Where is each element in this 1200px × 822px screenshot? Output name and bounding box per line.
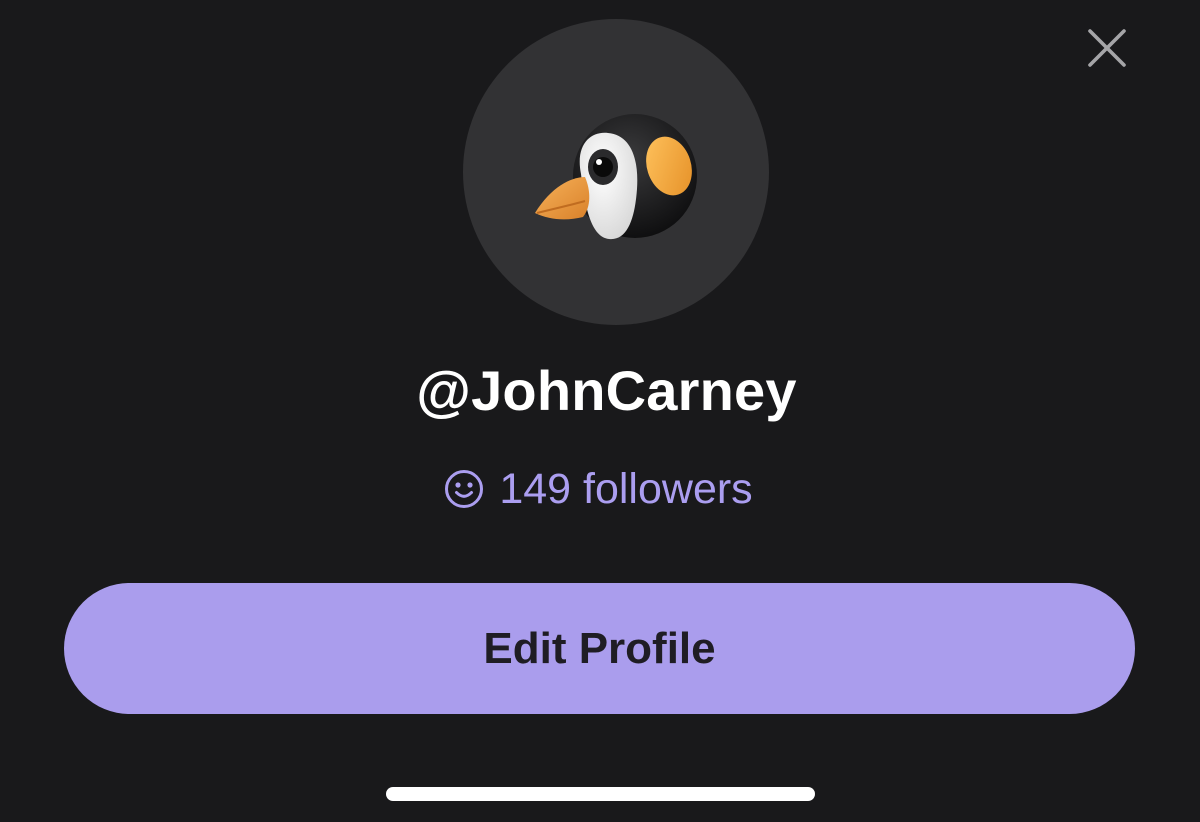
followers-link[interactable]: 149 followers [0,462,1197,516]
puffin-emoji-icon [535,114,697,240]
avatar[interactable] [463,19,769,325]
edit-profile-button[interactable]: Edit Profile [64,583,1135,714]
close-button[interactable] [1083,24,1131,72]
home-indicator[interactable] [386,787,815,801]
profile-username: @JohnCarney [416,359,797,422]
smile-icon [444,469,484,509]
close-icon [1088,29,1126,67]
followers-count: 149 followers [499,465,753,513]
edit-profile-label: Edit Profile [483,623,716,673]
